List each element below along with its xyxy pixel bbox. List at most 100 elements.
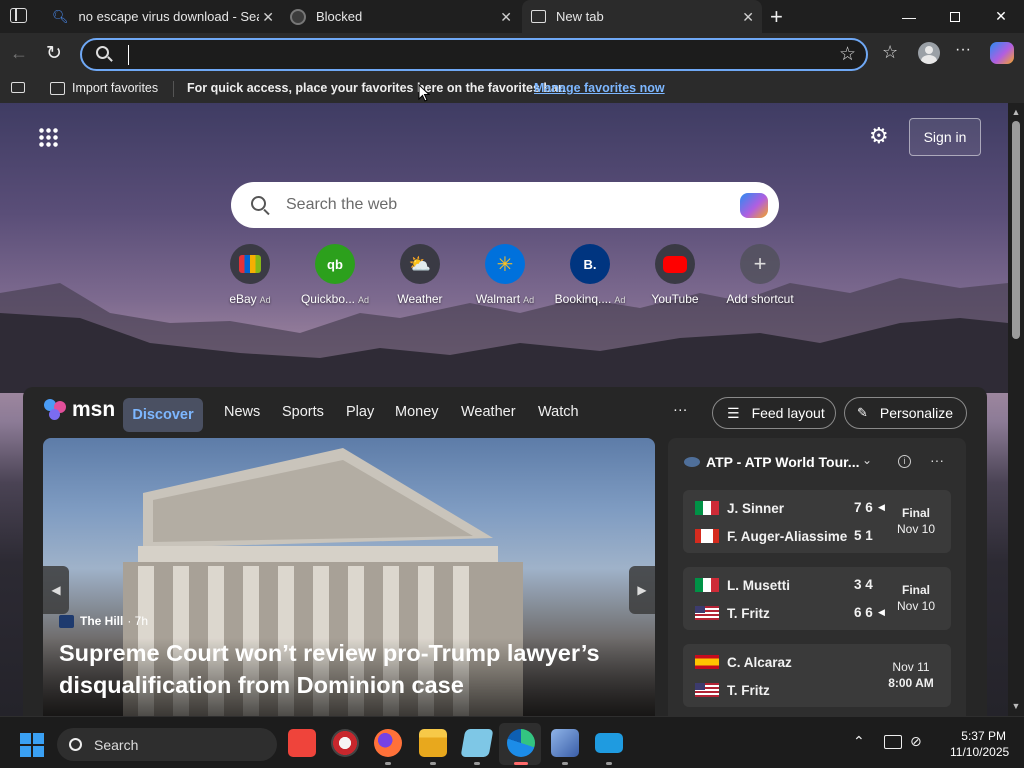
- file-explorer-icon[interactable]: [419, 729, 447, 757]
- search-icon: [69, 738, 82, 751]
- match-card[interactable]: J. Sinner 7 6 ◀ F. Auger-Aliassime 5 1 F…: [683, 490, 951, 553]
- headline-line-2: disqualification from Dominion case: [59, 672, 464, 698]
- match-card[interactable]: C. Alcaraz T. Fritz Nov 11 8:00 AM: [683, 644, 951, 707]
- address-input[interactable]: [128, 45, 728, 65]
- close-tab-icon[interactable]: ✕: [742, 9, 754, 26]
- shortcut-label: Walmart: [475, 292, 521, 306]
- player-name: F. Auger-Aliassime: [727, 528, 848, 544]
- navigation-bar: ← ↻ ☆ ☆ ···: [0, 33, 1024, 76]
- shortcut-label: Bookinq....: [554, 292, 612, 306]
- nav-play[interactable]: Play: [346, 404, 374, 420]
- winner-marker-icon: ◀: [878, 607, 885, 617]
- sports-scores-card: ATP - ATP World Tour... ⌄ i ··· J. Sinne…: [668, 438, 966, 716]
- close-tab-icon[interactable]: ✕: [500, 9, 512, 26]
- firefox-icon[interactable]: [374, 729, 402, 757]
- apps-launcher-icon[interactable]: [38, 127, 58, 147]
- close-window-button[interactable]: ✕: [978, 0, 1024, 33]
- shortcut-youtube[interactable]: YouTube: [635, 244, 715, 306]
- chevron-down-icon[interactable]: ⌄: [862, 453, 872, 467]
- settings-gear-icon[interactable]: ⚙: [869, 123, 889, 149]
- player-name: C. Alcaraz: [727, 654, 792, 670]
- sign-in-button[interactable]: Sign in: [909, 118, 981, 156]
- feed-layout-button[interactable]: ☰ Feed layout: [712, 397, 836, 429]
- copilot-icon[interactable]: [740, 193, 768, 218]
- shortcut-ebay[interactable]: eBay Ad: [210, 244, 290, 306]
- nav-money[interactable]: Money: [395, 404, 439, 420]
- msn-logo[interactable]: msn: [44, 398, 115, 422]
- network-volume-icon[interactable]: ⊘: [910, 733, 922, 750]
- search-icon-handle: [107, 56, 113, 62]
- favorite-star-icon[interactable]: ☆: [839, 43, 856, 66]
- carousel-prev-button[interactable]: ◀: [43, 566, 69, 614]
- info-icon[interactable]: i: [898, 455, 911, 468]
- shortcut-quickbooks[interactable]: qb Quickbo... Ad: [295, 244, 375, 306]
- close-tab-icon[interactable]: ✕: [262, 9, 274, 26]
- web-search-box[interactable]: Search the web: [231, 182, 779, 228]
- import-favorites-button[interactable]: Import favorites: [50, 81, 158, 95]
- article-headline[interactable]: Supreme Court won’t review pro-Trump law…: [59, 637, 639, 701]
- match-date: Nov 11: [892, 660, 930, 674]
- carousel-next-button[interactable]: ▶: [629, 566, 655, 614]
- shortcut-label: Quickbo...: [300, 292, 355, 306]
- match-card[interactable]: L. Musetti 3 4 T. Fritz 6 6 ◀ Final Nov 1…: [683, 567, 951, 630]
- scroll-down-icon[interactable]: ▼: [1011, 701, 1021, 711]
- tab-title: Blocked: [316, 9, 363, 24]
- hero-news-card[interactable]: ◀ ▶ The Hill · 7h Supreme Court won’t re…: [43, 438, 655, 716]
- tab-blocked[interactable]: Blocked ✕: [282, 0, 520, 33]
- new-tab-plus-icon[interactable]: +: [770, 4, 783, 30]
- tab-actions-icon[interactable]: [10, 8, 27, 23]
- shortcut-booking[interactable]: B. Bookinq.... Ad: [550, 244, 630, 306]
- taskbar-search-box[interactable]: Search: [57, 728, 277, 761]
- shortcut-add[interactable]: + Add shortcut: [720, 244, 800, 306]
- search-placeholder[interactable]: Search the web: [286, 196, 397, 214]
- address-bar[interactable]: ☆: [80, 38, 868, 71]
- nav-discover[interactable]: Discover: [123, 398, 203, 432]
- article-source[interactable]: The Hill · 7h: [59, 614, 148, 628]
- shortcut-label: Weather: [397, 292, 443, 306]
- scroll-up-icon[interactable]: ▲: [1011, 107, 1021, 117]
- tab-search[interactable]: 🔍︎ no escape virus download - Search ✕: [44, 0, 282, 33]
- back-arrow-icon[interactable]: ←: [10, 43, 28, 64]
- shortcut-weather[interactable]: ⛅ Weather: [380, 244, 460, 306]
- minimize-button[interactable]: —: [886, 0, 932, 33]
- league-selector[interactable]: ATP - ATP World Tour...: [706, 454, 859, 470]
- search-favicon-icon: 🔍︎: [52, 8, 69, 24]
- personalize-button[interactable]: ✎ Personalize: [844, 397, 967, 429]
- weather-icon: ⛅: [400, 244, 440, 284]
- restore-button[interactable]: [932, 0, 978, 33]
- more-options-icon[interactable]: ···: [955, 41, 971, 59]
- anydesk-icon[interactable]: [288, 729, 316, 757]
- windows-start-icon[interactable]: [20, 733, 44, 757]
- scroll-thumb[interactable]: [1012, 121, 1020, 339]
- remote-desktop-icon[interactable]: [551, 729, 579, 757]
- show-hidden-icons-chevron[interactable]: ⌃: [853, 733, 865, 750]
- shortcut-label: eBay: [229, 292, 257, 306]
- sidebar-toggle-icon[interactable]: [11, 82, 25, 93]
- card-more-icon[interactable]: ···: [930, 452, 944, 468]
- system-clock[interactable]: 5:37 PM 11/10/2025: [950, 728, 1010, 760]
- match-time: 8:00 AM: [888, 676, 934, 690]
- running-indicator: [606, 762, 612, 765]
- edge-icon[interactable]: [507, 729, 535, 757]
- copilot-icon[interactable]: [990, 42, 1014, 64]
- notepad-icon[interactable]: [460, 729, 494, 757]
- nav-weather[interactable]: Weather: [461, 404, 516, 420]
- clock-date: 11/10/2025: [950, 745, 1010, 759]
- profile-avatar[interactable]: [918, 42, 940, 64]
- favorites-icon[interactable]: ☆: [882, 42, 898, 63]
- favbar-message: For quick access, place your favorites h…: [187, 81, 566, 95]
- virtual-machine-icon[interactable]: [595, 733, 623, 753]
- shortcut-walmart[interactable]: ✳ Walmart Ad: [465, 244, 545, 306]
- nav-watch[interactable]: Watch: [538, 404, 579, 420]
- display-icon[interactable]: [884, 735, 902, 749]
- manage-favorites-link[interactable]: Manage favorites now: [534, 81, 665, 95]
- nav-sports[interactable]: Sports: [282, 404, 324, 420]
- page-scrollbar[interactable]: ▲ ▼: [1008, 103, 1024, 716]
- nav-more-icon[interactable]: ···: [673, 402, 688, 418]
- refresh-icon[interactable]: ↻: [46, 42, 62, 65]
- network-tool-icon[interactable]: [331, 729, 359, 757]
- nav-news[interactable]: News: [224, 404, 260, 420]
- italy-flag-icon: [695, 501, 719, 515]
- sparkle-edit-icon: ✎: [857, 405, 868, 420]
- tab-new-tab[interactable]: New tab ✕: [522, 0, 762, 33]
